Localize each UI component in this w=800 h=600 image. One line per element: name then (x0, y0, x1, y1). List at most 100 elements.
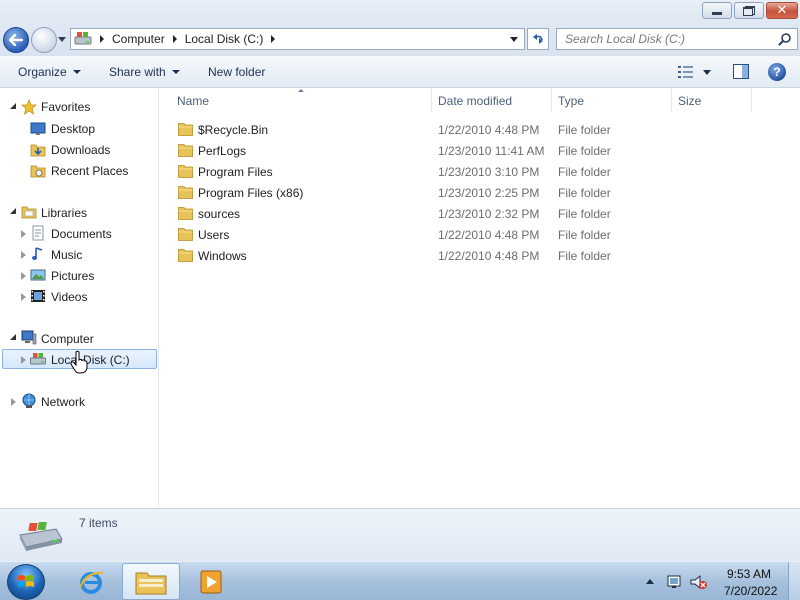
refresh-button[interactable] (527, 28, 549, 50)
expand-local-disk-icon[interactable] (21, 356, 26, 364)
column-header-name[interactable]: Name (177, 94, 209, 108)
breadcrumb-separator-icon[interactable] (100, 35, 104, 43)
action-center-flag-icon[interactable] (666, 574, 684, 590)
folder-icon (178, 228, 193, 241)
expand-music-icon[interactable] (21, 251, 26, 259)
file-name[interactable]: Program Files (198, 165, 273, 179)
search-box[interactable] (556, 28, 798, 50)
breadcrumb-separator-icon[interactable] (172, 35, 177, 43)
nav-network[interactable]: Network (41, 395, 85, 409)
breadcrumb-local-disk[interactable]: Local Disk (C:) (185, 32, 264, 46)
expand-documents-icon[interactable] (21, 230, 26, 238)
search-icon[interactable] (778, 32, 792, 46)
preview-pane-icon[interactable] (733, 64, 749, 79)
maximize-button[interactable] (734, 2, 764, 19)
clock-time[interactable]: 9:53 AM (727, 567, 771, 581)
expand-network-icon[interactable] (11, 398, 16, 406)
taskbar-windows-explorer[interactable] (122, 563, 180, 600)
expand-pictures-icon[interactable] (21, 272, 26, 280)
file-row[interactable]: Users 1/22/2010 4:48 PM File folder (160, 224, 800, 245)
title-bar: ✕ (0, 0, 800, 24)
file-row[interactable]: Program Files 1/23/2010 3:10 PM File folde… (160, 161, 800, 182)
organize-button[interactable]: Organize (18, 65, 81, 79)
nav-item-pictures[interactable]: Pictures (51, 269, 94, 283)
file-date-modified: 1/22/2010 4:48 PM (438, 228, 540, 242)
nav-item-desktop[interactable]: Desktop (51, 122, 95, 136)
nav-item-recent-places[interactable]: Recent Places (51, 164, 128, 178)
expand-computer-icon[interactable] (10, 334, 16, 340)
back-button[interactable] (3, 27, 29, 53)
file-name[interactable]: Users (198, 228, 229, 242)
recent-pages-dropdown-icon[interactable] (58, 37, 66, 42)
window-controls: ✕ (702, 2, 798, 19)
navigation-pane: Favorites Desktop Downloads Recent Place… (0, 88, 159, 508)
drive-icon (30, 353, 46, 365)
column-header-date-modified[interactable]: Date modified (438, 94, 512, 108)
computer-icon (21, 330, 37, 345)
new-folder-button[interactable]: New folder (208, 65, 265, 79)
column-divider[interactable] (751, 88, 752, 112)
folder-icon (178, 144, 193, 157)
show-hidden-icons-button[interactable] (646, 579, 654, 584)
file-name[interactable]: Program Files (x86) (198, 186, 303, 200)
expand-videos-icon[interactable] (21, 293, 26, 301)
breadcrumb-separator-icon[interactable] (271, 35, 276, 43)
folder-icon (178, 249, 193, 262)
nav-item-videos[interactable]: Videos (51, 290, 87, 304)
nav-item-local-disk[interactable]: Local Disk (C:) (51, 353, 130, 367)
change-view-icon[interactable] (678, 66, 694, 78)
column-header-size[interactable]: Size (678, 94, 701, 108)
clock-date[interactable]: 7/20/2022 (724, 584, 777, 598)
search-input[interactable] (557, 29, 767, 49)
windows-explorer-icon (135, 572, 167, 594)
nav-item-documents[interactable]: Documents (51, 227, 112, 241)
folder-icon (178, 207, 193, 220)
taskbar: 9:53 AM 7/20/2022 (0, 561, 800, 600)
taskbar-media-player[interactable] (182, 563, 240, 600)
expand-favorites-icon[interactable] (10, 103, 16, 109)
file-name[interactable]: $Recycle.Bin (198, 123, 268, 137)
minimize-button[interactable] (702, 2, 732, 19)
column-divider[interactable] (671, 88, 672, 112)
file-name[interactable]: PerfLogs (198, 144, 246, 158)
file-row[interactable]: sources 1/23/2010 2:32 PM File folder (160, 203, 800, 224)
share-with-button[interactable]: Share with (109, 65, 180, 79)
media-player-icon (200, 570, 222, 593)
help-icon[interactable]: ? (768, 63, 786, 81)
breadcrumb-computer[interactable]: Computer (112, 32, 165, 46)
forward-button[interactable] (31, 27, 57, 53)
file-row[interactable]: $Recycle.Bin 1/22/2010 4:48 PM File folder (160, 119, 800, 140)
file-row[interactable]: PerfLogs 1/23/2010 11:41 AM File folder (160, 140, 800, 161)
address-bar[interactable]: Computer Local Disk (C:) (70, 28, 525, 50)
libraries-icon (21, 206, 37, 219)
show-desktop-button[interactable] (788, 562, 800, 600)
organize-label: Organize (18, 65, 67, 79)
column-divider[interactable] (431, 88, 432, 112)
file-row[interactable]: Windows 1/22/2010 4:48 PM File folder (160, 245, 800, 266)
file-name[interactable]: Windows (198, 249, 247, 263)
share-with-label: Share with (109, 65, 166, 79)
file-date-modified: 1/22/2010 4:48 PM (438, 249, 540, 263)
chevron-down-icon (72, 70, 81, 74)
volume-muted-icon[interactable] (690, 574, 708, 590)
file-name[interactable]: sources (198, 207, 240, 221)
expand-libraries-icon[interactable] (10, 208, 16, 214)
taskbar-internet-explorer[interactable] (62, 563, 120, 600)
nav-item-downloads[interactable]: Downloads (51, 143, 110, 157)
documents-icon (32, 225, 44, 241)
close-button[interactable]: ✕ (766, 2, 798, 19)
start-button[interactable] (7, 564, 45, 600)
videos-icon (31, 290, 45, 302)
file-type: File folder (558, 186, 611, 200)
address-dropdown-icon[interactable] (510, 37, 518, 42)
column-divider[interactable] (551, 88, 552, 112)
close-icon: ✕ (776, 3, 788, 18)
column-header-type[interactable]: Type (558, 94, 584, 108)
nav-libraries[interactable]: Libraries (41, 206, 87, 220)
file-date-modified: 1/22/2010 4:48 PM (438, 123, 540, 137)
nav-favorites[interactable]: Favorites (41, 100, 90, 114)
nav-item-music[interactable]: Music (51, 248, 82, 262)
view-options-dropdown-icon[interactable] (703, 70, 711, 75)
nav-computer[interactable]: Computer (41, 332, 94, 346)
file-row[interactable]: Program Files (x86) 1/23/2010 2:25 PM File… (160, 182, 800, 203)
